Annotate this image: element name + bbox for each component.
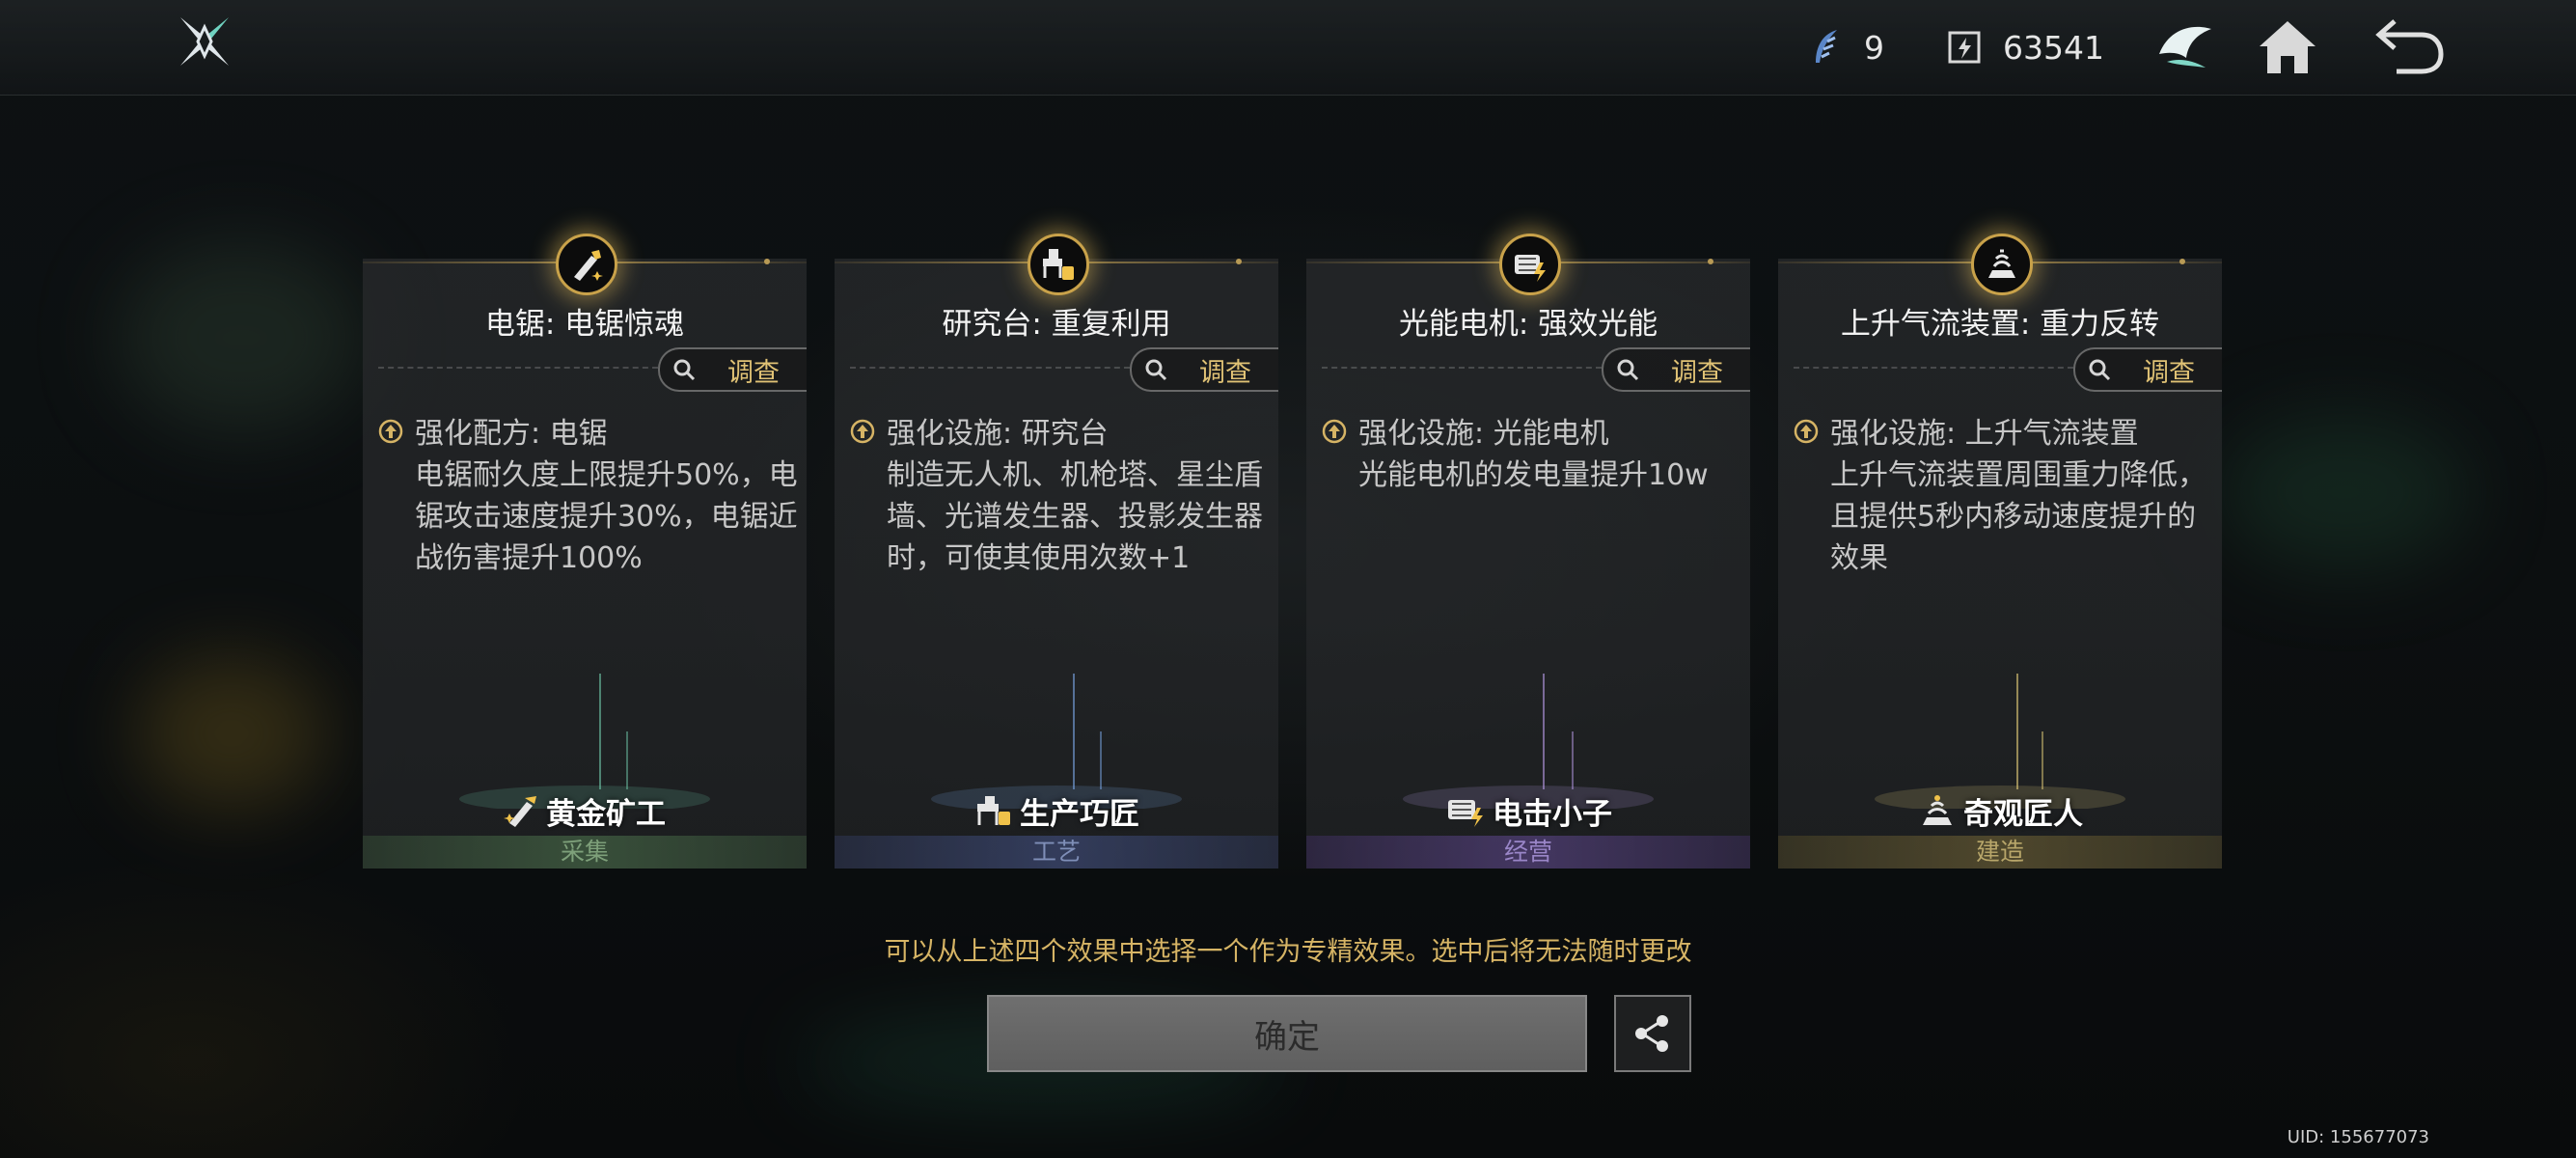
specialization-card-updraft-device[interactable]: 上升气流装置: 重力反转 调查 强化设施: 上升气流装置 上升气流装置周围重力降… bbox=[1778, 234, 2222, 868]
category-label: 采集 bbox=[363, 836, 807, 868]
craftsman-icon bbox=[977, 796, 1010, 825]
pickaxe-icon bbox=[504, 796, 536, 827]
wing-emblem-icon[interactable] bbox=[2153, 15, 2217, 79]
category-label: 经营 bbox=[1306, 836, 1750, 868]
home-icon[interactable] bbox=[2256, 15, 2319, 79]
card-title: 电锯: 电锯惊魂 bbox=[484, 307, 685, 342]
investigate-label: 调查 bbox=[2143, 357, 2195, 388]
investigate-button[interactable]: 调查 bbox=[2073, 347, 2222, 392]
feather-currency-value: 9 bbox=[1864, 28, 1884, 67]
investigate-button[interactable]: 调查 bbox=[1602, 347, 1750, 392]
confirm-button[interactable]: 确定 bbox=[987, 995, 1587, 1072]
selection-hint: 可以从上述四个效果中选择一个作为专精效果。选中后将无法随时更改 bbox=[884, 937, 1692, 967]
divider bbox=[1794, 367, 2073, 369]
card-dot bbox=[2179, 259, 2185, 264]
divider bbox=[378, 367, 658, 369]
desc-heading: 强化设施: 光能电机 bbox=[1358, 417, 1609, 451]
investigate-button[interactable]: 调查 bbox=[1130, 347, 1278, 392]
desc-heading: 强化设施: 研究台 bbox=[887, 417, 1109, 451]
search-icon bbox=[1617, 359, 1639, 381]
card-title: 上升气流装置: 重力反转 bbox=[1840, 307, 2160, 342]
card-dot bbox=[1236, 259, 1242, 264]
share-icon bbox=[1635, 1015, 1668, 1052]
card-dot bbox=[764, 259, 770, 264]
uid-label: UID: 155677073 bbox=[2287, 1127, 2429, 1147]
confirm-label: 确定 bbox=[1254, 1017, 1320, 1057]
feather-currency[interactable]: 9 bbox=[1810, 23, 1884, 71]
specialization-card-research-bench[interactable]: 研究台: 重复利用 调查 强化设施: 研究台 制造无人机、机枪塔、星尘盾墙、光谱… bbox=[835, 234, 1278, 868]
investigate-button[interactable]: 调查 bbox=[658, 347, 807, 392]
specialization-card-solar-motor[interactable]: 光能电机: 强效光能 调查 强化设施: 光能电机 光能电机的发电量提升10w 电… bbox=[1306, 234, 1750, 868]
desc-body: 光能电机的发电量提升10w bbox=[1358, 458, 1709, 492]
role-name: 黄金矿工 bbox=[546, 796, 666, 832]
role-name: 奇观匠人 bbox=[1963, 796, 2083, 832]
category-label: 工艺 bbox=[835, 836, 1278, 868]
specialization-card-chainsaw[interactable]: 电锯: 电锯惊魂 调查 强化配方: 电锯 电锯耐久度上限提升50%，电锯攻击速度… bbox=[363, 234, 807, 868]
glow-lines bbox=[931, 674, 1182, 809]
search-icon bbox=[2089, 359, 2111, 381]
chainsaw-badge-icon bbox=[556, 234, 617, 295]
research-bench-badge-icon bbox=[1028, 234, 1089, 295]
category-label: 建造 bbox=[1778, 836, 2222, 868]
share-button[interactable] bbox=[1614, 995, 1691, 1072]
energy-currency-icon bbox=[1948, 31, 1981, 64]
divider bbox=[1322, 367, 1602, 369]
card-description: 强化设施: 光能电机 光能电机的发电量提升10w bbox=[1322, 413, 1746, 496]
role: 生产巧匠 bbox=[835, 791, 1278, 832]
upgrade-arrow-icon bbox=[850, 419, 875, 444]
card-description: 强化设施: 研究台 制造无人机、机枪塔、星尘盾墙、光谱发生器、投影发生器时，可使… bbox=[850, 413, 1274, 579]
glow-lines bbox=[459, 674, 710, 809]
role: 奇观匠人 bbox=[1778, 791, 2222, 832]
glow-lines bbox=[1875, 674, 2125, 809]
card-description: 强化设施: 上升气流装置 上升气流装置周围重力降低，且提供5秒内移动速度提升的效… bbox=[1794, 413, 2218, 579]
card-description: 强化配方: 电锯 电锯耐久度上限提升50%，电锯攻击速度提升30%，电锯近战伤害… bbox=[378, 413, 803, 579]
energy-currency-value: 63541 bbox=[2003, 28, 2104, 67]
desc-body: 上升气流装置周围重力降低，且提供5秒内移动速度提升的效果 bbox=[1830, 458, 2206, 575]
investigate-label: 调查 bbox=[727, 357, 780, 388]
upgrade-arrow-icon bbox=[1794, 419, 1819, 444]
energy-currency[interactable]: 63541 bbox=[1947, 23, 2104, 71]
desc-body: 制造无人机、机枪塔、星尘盾墙、光谱发生器、投影发生器时，可使其使用次数+1 bbox=[887, 458, 1263, 575]
card-dot bbox=[1708, 259, 1713, 264]
glow-lines bbox=[1403, 674, 1654, 809]
role-name: 生产巧匠 bbox=[1020, 796, 1139, 832]
desc-heading: 强化配方: 电锯 bbox=[415, 417, 608, 451]
search-icon bbox=[673, 359, 696, 381]
role-name: 电击小子 bbox=[1493, 796, 1612, 832]
desc-body: 电锯耐久度上限提升50%，电锯攻击速度提升30%，电锯近战伤害提升100% bbox=[415, 458, 798, 575]
card-title: 研究台: 重复利用 bbox=[942, 307, 1171, 342]
back-icon[interactable] bbox=[2373, 15, 2447, 79]
desc-heading: 强化设施: 上升气流装置 bbox=[1830, 417, 2139, 451]
role: 电击小子 bbox=[1306, 791, 1750, 832]
solar-motor-badge-icon bbox=[1499, 234, 1561, 295]
investigate-label: 调查 bbox=[1671, 357, 1723, 388]
top-bar: 9 63541 bbox=[0, 0, 2576, 96]
logo-icon bbox=[180, 17, 229, 66]
upgrade-arrow-icon bbox=[378, 419, 403, 444]
search-icon bbox=[1145, 359, 1167, 381]
electric-kid-icon bbox=[1448, 800, 1483, 827]
investigate-label: 调查 bbox=[1199, 357, 1251, 388]
divider bbox=[850, 367, 1130, 369]
updraft-device-badge-icon bbox=[1971, 234, 2033, 295]
card-title: 光能电机: 强效光能 bbox=[1398, 307, 1658, 342]
wonder-artisan-icon bbox=[1923, 795, 1952, 825]
feather-currency-icon bbox=[1816, 30, 1837, 63]
upgrade-arrow-icon bbox=[1322, 419, 1347, 444]
role: 黄金矿工 bbox=[363, 791, 807, 832]
